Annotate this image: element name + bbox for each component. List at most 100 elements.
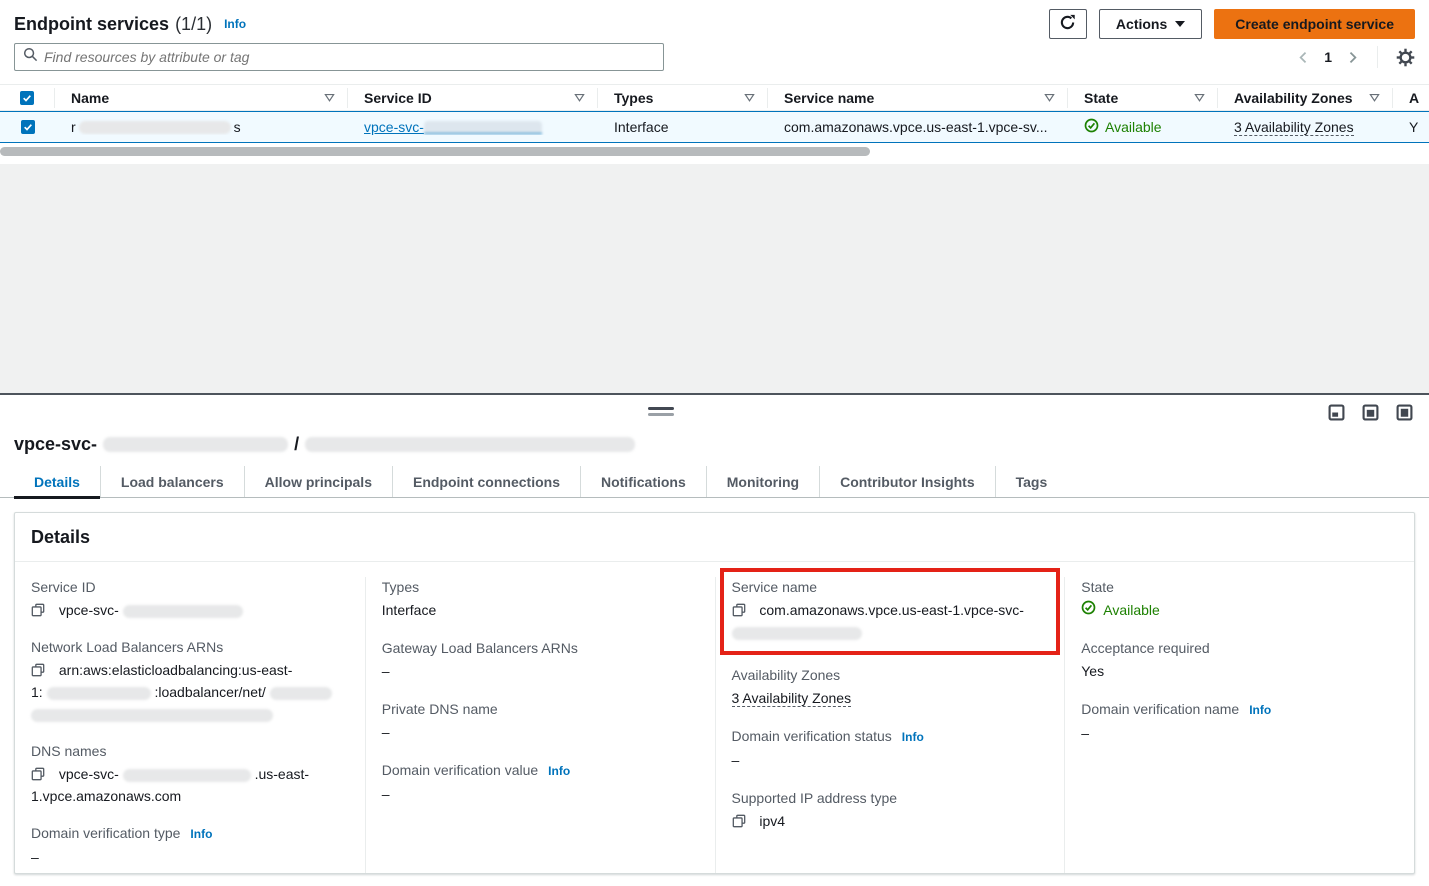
sort-icon[interactable] <box>1361 92 1380 103</box>
panel-size-medium-icon[interactable] <box>1362 404 1379 421</box>
redacted-text <box>305 437 635 452</box>
column-header-service-id[interactable]: Service ID <box>348 88 598 108</box>
field-availability-zones: Availability Zones 3 Availability Zones <box>732 665 1049 709</box>
info-link[interactable]: Info <box>190 824 212 844</box>
current-page[interactable]: 1 <box>1324 49 1332 65</box>
availability-zones-popover-link[interactable]: 3 Availability Zones <box>1234 119 1354 136</box>
sort-icon[interactable] <box>736 92 755 103</box>
tab-endpoint-connections[interactable]: Endpoint connections <box>392 466 580 497</box>
redacted-text <box>31 709 273 722</box>
sort-icon[interactable] <box>566 92 585 103</box>
red-highlight-box: Service name com.amazonaws.vpce.us-east-… <box>720 568 1061 655</box>
field-private-dns-name: Private DNS name – <box>382 699 699 743</box>
details-column-3: Service name com.amazonaws.vpce.us-east-… <box>715 577 1065 874</box>
redacted-text <box>123 769 251 782</box>
cell-service-name: com.amazonaws.vpce.us-east-1.vpce-sv... <box>768 119 1068 135</box>
tab-details[interactable]: Details <box>14 466 100 497</box>
redacted-text <box>123 605 243 618</box>
details-card-heading: Details <box>15 513 1414 562</box>
info-link[interactable]: Info <box>902 727 924 747</box>
check-circle-icon <box>1081 599 1096 621</box>
scrollbar-thumb[interactable] <box>0 147 870 156</box>
cell-name: r s <box>55 119 348 135</box>
info-link[interactable]: Info <box>224 17 246 31</box>
next-page-button[interactable] <box>1346 51 1359 64</box>
field-acceptance-required: Acceptance required Yes <box>1081 638 1398 682</box>
cell-state: Available <box>1068 118 1218 136</box>
copy-icon[interactable] <box>31 663 45 677</box>
details-card: Details Service ID vpce-svc- Network Loa… <box>14 512 1415 874</box>
redacted-text <box>732 627 862 640</box>
panel-size-large-icon[interactable] <box>1396 404 1413 421</box>
field-domain-verification-status: Domain verification status Info – <box>732 726 1049 771</box>
cell-acceptance: Y <box>1393 119 1429 135</box>
field-dns-names: DNS names vpce-svc- .us-east- 1.vpce.ama… <box>31 741 349 807</box>
field-service-id: Service ID vpce-svc- <box>31 577 349 621</box>
column-header-availability-zones[interactable]: Availability Zones <box>1218 88 1393 108</box>
preferences-gear-button[interactable] <box>1396 48 1415 67</box>
field-supported-ip: Supported IP address type ipv4 <box>732 788 1049 832</box>
cell-availability-zones: 3 Availability Zones <box>1218 119 1393 136</box>
field-nlb-arns: Network Load Balancers ARNs arn:aws:elas… <box>31 637 349 725</box>
redacted-text <box>270 687 332 700</box>
service-id-link[interactable]: vpce-svc- <box>364 119 424 135</box>
redacted-text[interactable] <box>424 121 542 134</box>
toolbar: 1 <box>14 43 1415 71</box>
tab-tags[interactable]: Tags <box>995 466 1068 497</box>
column-header-types[interactable]: Types <box>598 88 768 108</box>
table-header: Name Service ID Types Service name State… <box>0 84 1429 111</box>
create-endpoint-service-button[interactable]: Create endpoint service <box>1214 9 1415 39</box>
tab-monitoring[interactable]: Monitoring <box>706 466 819 497</box>
redacted-text <box>79 121 231 134</box>
column-header-service-name[interactable]: Service name <box>768 88 1068 108</box>
copy-icon[interactable] <box>732 814 746 828</box>
tab-notifications[interactable]: Notifications <box>580 466 706 497</box>
copy-icon[interactable] <box>732 603 746 617</box>
split-panel-controls <box>1328 404 1413 421</box>
sort-icon[interactable] <box>1036 92 1055 103</box>
redacted-text <box>47 687 151 700</box>
row-checkbox[interactable] <box>21 120 35 134</box>
column-header-acceptance[interactable]: A <box>1393 88 1429 108</box>
panel-size-small-icon[interactable] <box>1328 404 1345 421</box>
field-domain-verification-name: Domain verification name Info – <box>1081 699 1398 744</box>
refresh-button[interactable] <box>1049 9 1087 39</box>
info-link[interactable]: Info <box>548 761 570 781</box>
field-domain-verification-type: Domain verification type Info – <box>31 823 349 868</box>
details-column-1: Service ID vpce-svc- Network Load Balanc… <box>15 577 365 874</box>
split-panel-title: vpce-svc- / <box>14 431 635 457</box>
split-panel-drag-handle[interactable] <box>648 407 674 416</box>
select-all-cell <box>0 88 55 108</box>
redacted-text <box>103 437 288 452</box>
column-header-state[interactable]: State <box>1068 88 1218 108</box>
actions-button[interactable]: Actions <box>1099 9 1202 39</box>
pagination: 1 <box>1297 46 1415 68</box>
select-all-checkbox[interactable] <box>20 91 34 105</box>
tab-allow-principals[interactable]: Allow principals <box>244 466 392 497</box>
split-panel-border <box>0 393 1429 395</box>
tab-load-balancers[interactable]: Load balancers <box>100 466 244 497</box>
endpoint-services-page: Endpoint services (1/1) Info Actions Cre… <box>0 0 1429 886</box>
field-domain-verification-value: Domain verification value Info – <box>382 760 699 805</box>
resource-count: (1/1) <box>175 14 212 35</box>
sort-icon[interactable] <box>1186 92 1205 103</box>
check-circle-icon <box>1084 118 1099 136</box>
divider <box>1377 46 1378 68</box>
info-link[interactable]: Info <box>1249 700 1271 720</box>
table-row[interactable]: r s vpce-svc- Interface com.amazonaws.vp… <box>0 111 1429 143</box>
tab-contributor-insights[interactable]: Contributor Insights <box>819 466 995 497</box>
refresh-icon <box>1059 14 1076 34</box>
field-glb-arns: Gateway Load Balancers ARNs – <box>382 638 699 682</box>
details-column-4: State Available Acceptance required Yes … <box>1064 577 1414 874</box>
availability-zones-popover-link[interactable]: 3 Availability Zones <box>732 690 852 707</box>
previous-page-button[interactable] <box>1297 51 1310 64</box>
search-input[interactable] <box>44 49 655 65</box>
copy-icon[interactable] <box>31 767 45 781</box>
cell-types: Interface <box>598 119 768 135</box>
header-buttons: Actions Create endpoint service <box>1049 9 1415 39</box>
search-box[interactable] <box>14 43 664 71</box>
cell-service-id: vpce-svc- <box>348 119 598 135</box>
column-header-name[interactable]: Name <box>55 88 348 108</box>
sort-icon[interactable] <box>316 92 335 103</box>
copy-icon[interactable] <box>31 603 45 617</box>
